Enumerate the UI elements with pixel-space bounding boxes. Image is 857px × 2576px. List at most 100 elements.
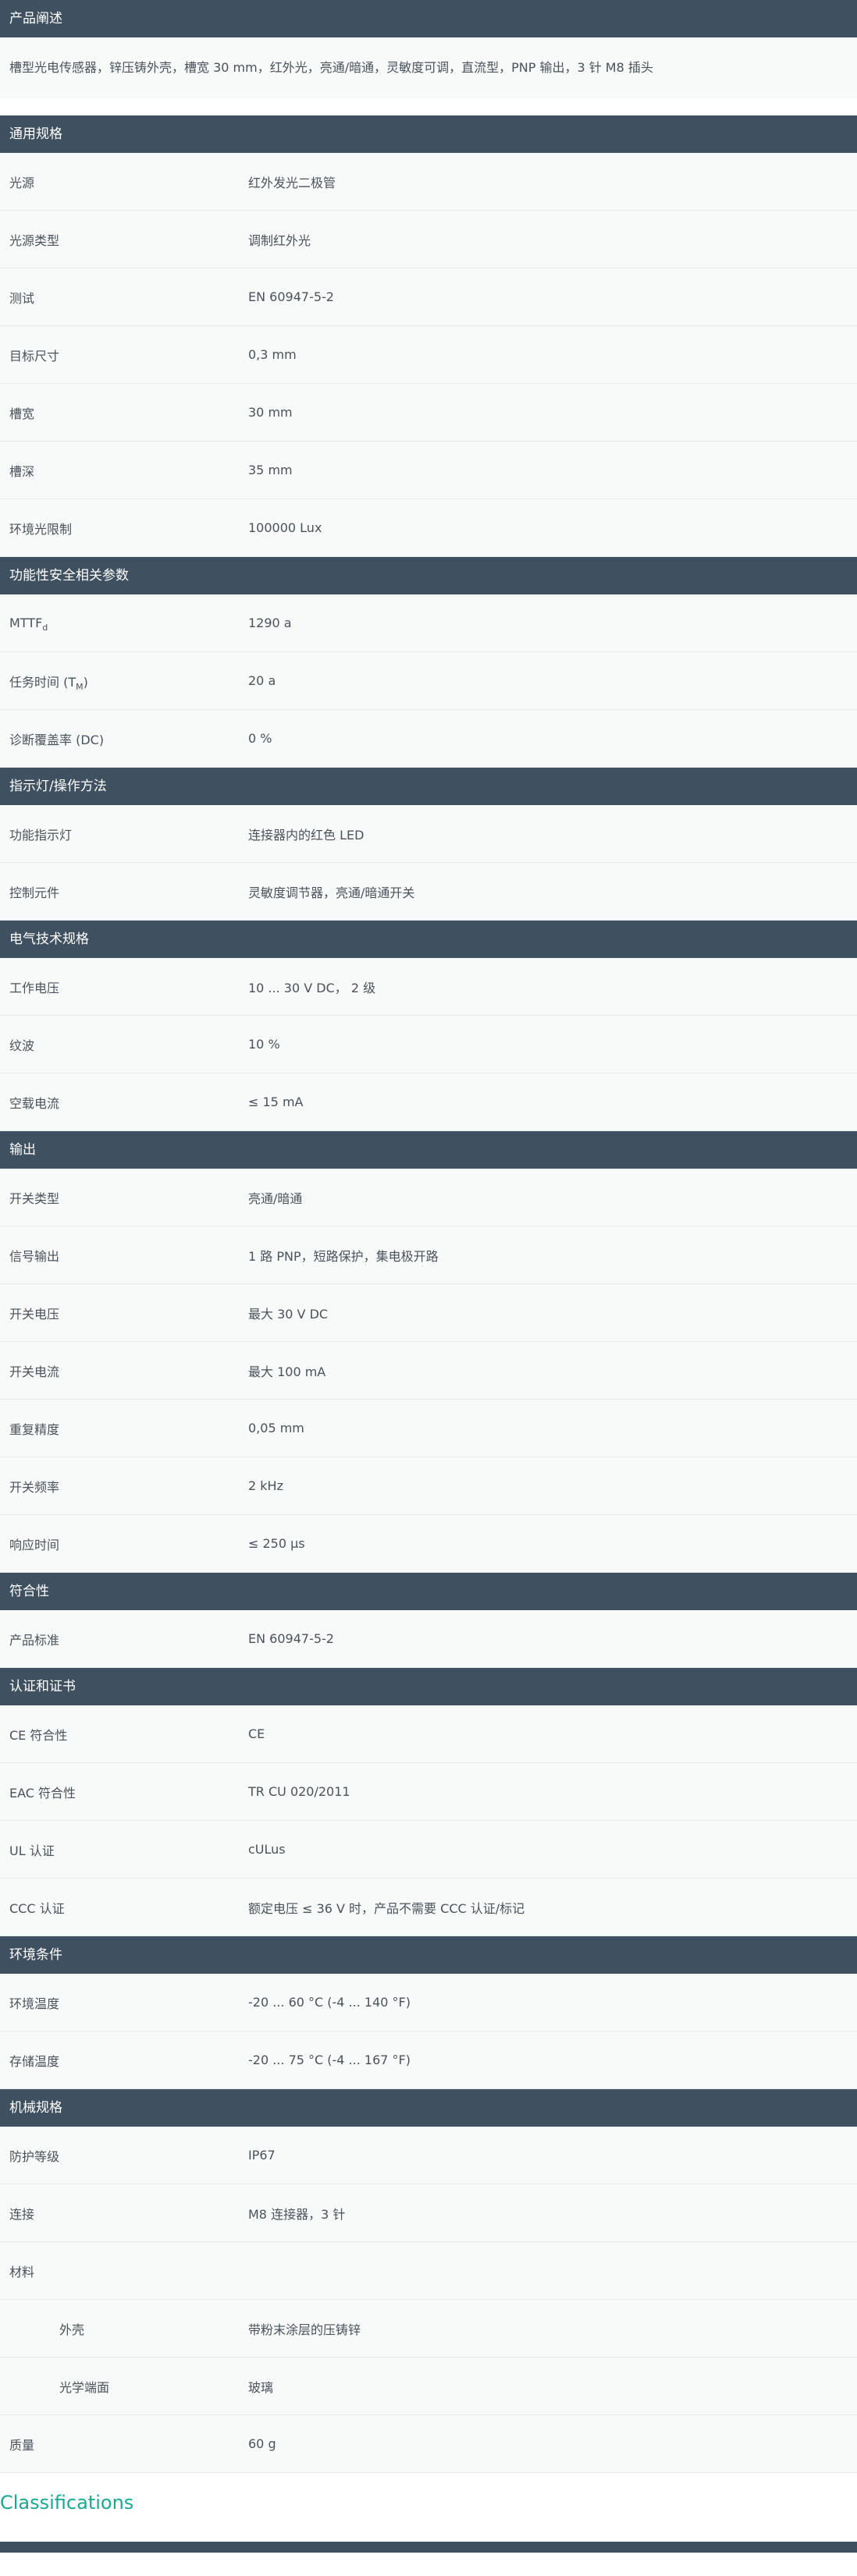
spec-value: 0,3 mm: [248, 347, 297, 362]
spec-label: 环境温度: [9, 1996, 60, 2011]
spec-row: 响应时间 ≤ 250 µs: [0, 1515, 857, 1573]
spec-row: CE 符合性 CE: [0, 1705, 857, 1763]
spec-value: 35 mm: [248, 463, 293, 477]
spec-row: 开关类型 亮通/暗通: [0, 1169, 857, 1226]
spec-value: 红外发光二极管: [248, 175, 336, 190]
section-header-mechanical: 机械规格: [0, 2089, 857, 2127]
spec-row: 光源 红外发光二极管: [0, 153, 857, 211]
spec-value: EN 60947-5-2: [248, 1631, 334, 1646]
label-suffix: ): [83, 674, 88, 690]
spec-label: 环境光限制: [9, 521, 73, 537]
spec-value: 带粉末涂层的压铸锌: [248, 2322, 361, 2337]
section-header-electrical: 电气技术规格: [0, 921, 857, 958]
spec-row: 目标尺寸 0,3 mm: [0, 326, 857, 384]
label-subscript: d: [42, 623, 48, 633]
spec-value: 100000 Lux: [248, 520, 322, 535]
spec-label: EAC 符合性: [9, 1785, 76, 1801]
spec-label: 光源: [9, 175, 35, 190]
spec-row: EAC 符合性 TR CU 020/2011: [0, 1763, 857, 1821]
spec-value: 10 %: [248, 1037, 280, 1052]
spec-row: 存储温度 -20 ... 75 °C (-4 ... 167 °F): [0, 2031, 857, 2089]
spec-label: 控制元件: [9, 885, 60, 900]
spec-label: 响应时间: [9, 1537, 60, 1552]
spec-value: CE: [248, 1726, 265, 1741]
spec-row: 质量 60 g: [0, 2415, 857, 2473]
spec-label: 槽深: [9, 463, 35, 479]
spec-row: 空载电流 ≤ 15 mA: [0, 1073, 857, 1131]
spec-row: 测试 EN 60947-5-2: [0, 268, 857, 326]
spec-label: CE 符合性: [9, 1727, 68, 1743]
spec-value: cULus: [248, 1842, 286, 1857]
spec-value: 1 路 PNP，短路保护，集电极开路: [248, 1248, 439, 1264]
classifications-heading: Classifications: [0, 2492, 134, 2514]
spec-label: 防护等级: [9, 2148, 60, 2164]
spec-label: MTTFd: [0, 616, 248, 633]
spec-label: 测试: [9, 290, 35, 306]
spec-label: 开关类型: [9, 1190, 60, 1206]
spec-value: ≤ 15 mA: [248, 1095, 304, 1109]
spec-label: UL 认证: [9, 1843, 55, 1858]
spec-row: 开关频率 2 kHz: [0, 1457, 857, 1515]
section-header-general: 通用规格: [0, 115, 857, 153]
spec-value: 灵敏度调节器，亮通/暗通开关: [248, 885, 415, 900]
spec-value: 最大 100 mA: [248, 1364, 326, 1379]
label-subscript: M: [76, 681, 84, 692]
section-header-ambient: 环境条件: [0, 1936, 857, 1974]
spec-label: 材料: [9, 2264, 35, 2280]
spec-row: 开关电流 最大 100 mA: [0, 1342, 857, 1400]
spec-label: 开关电压: [9, 1306, 60, 1322]
spec-label: 光学端面: [59, 2379, 110, 2395]
spec-label: CCC 认证: [9, 1900, 65, 1916]
classifications-header-bar: [0, 2542, 857, 2553]
spec-row: 连接 M8 连接器，3 针: [0, 2184, 857, 2242]
section-header-indicators: 指示灯/操作方法: [0, 768, 857, 805]
spec-row: 槽宽 30 mm: [0, 384, 857, 442]
spec-label: 空载电流: [9, 1095, 60, 1111]
spec-value: IP67: [248, 2148, 276, 2163]
spec-value: TR CU 020/2011: [248, 1784, 350, 1799]
spec-row: 光源类型 调制红外光: [0, 211, 857, 268]
spec-row: 纹波 10 %: [0, 1016, 857, 1073]
spec-label: 开关频率: [9, 1479, 60, 1495]
spec-row: 功能指示灯 连接器内的红色 LED: [0, 805, 857, 863]
spec-row: 信号输出 1 路 PNP，短路保护，集电极开路: [0, 1226, 857, 1284]
spec-label: 重复精度: [9, 1421, 60, 1437]
spec-label: 存储温度: [9, 2053, 60, 2069]
section-header-description: 产品阐述: [0, 0, 857, 37]
spec-value: EN 60947-5-2: [248, 289, 334, 304]
spec-label: 纹波: [9, 1038, 35, 1053]
spec-label: 诊断覆盖率 (DC): [0, 729, 248, 748]
spec-label: 连接: [9, 2206, 35, 2222]
spec-value: 玻璃: [248, 2379, 274, 2395]
spec-row: 工作电压 10 ... 30 V DC， 2 级: [0, 958, 857, 1016]
spec-row: UL 认证 cULus: [0, 1821, 857, 1879]
spec-label: 外壳: [59, 2322, 85, 2337]
spec-label: 功能指示灯: [9, 827, 73, 843]
spec-value: ≤ 250 µs: [248, 1536, 305, 1551]
spec-value: 最大 30 V DC: [248, 1306, 329, 1322]
section-header-output: 输出: [0, 1131, 857, 1169]
spec-row: 诊断覆盖率 (DC) 0 %: [0, 710, 857, 768]
spec-row: 外壳 带粉末涂层的压铸锌: [0, 2300, 857, 2358]
spec-row: CCC 认证 额定电压 ≤ 36 V 时，产品不需要 CCC 认证/标记: [0, 1879, 857, 1936]
spec-value: 0 %: [248, 731, 272, 746]
spec-value: 1290 a: [248, 616, 292, 630]
spec-label: 任务时间 (TM): [0, 672, 248, 692]
section-gap: [0, 98, 857, 115]
section-header-approvals: 认证和证书: [0, 1668, 857, 1705]
spec-label: 目标尺寸: [9, 348, 60, 364]
spec-row: MTTFd 1290 a: [0, 594, 857, 652]
spec-label: 光源类型: [9, 232, 60, 248]
spec-value: M8 连接器，3 针: [248, 2206, 346, 2222]
spec-value: -20 ... 75 °C (-4 ... 167 °F): [248, 2053, 411, 2067]
spec-row: 环境光限制 100000 Lux: [0, 499, 857, 557]
spec-value: 调制红外光: [248, 232, 311, 248]
spec-value: 30 mm: [248, 405, 293, 420]
label-main: 任务时间 (T: [9, 674, 76, 690]
spec-label: 产品标准: [9, 1632, 60, 1648]
spec-row: 任务时间 (TM) 20 a: [0, 652, 857, 710]
spec-value: 0,05 mm: [248, 1421, 304, 1435]
label-main: MTTF: [9, 616, 43, 630]
spec-value: 额定电压 ≤ 36 V 时，产品不需要 CCC 认证/标记: [248, 1900, 525, 1916]
spec-label: 槽宽: [9, 406, 35, 421]
